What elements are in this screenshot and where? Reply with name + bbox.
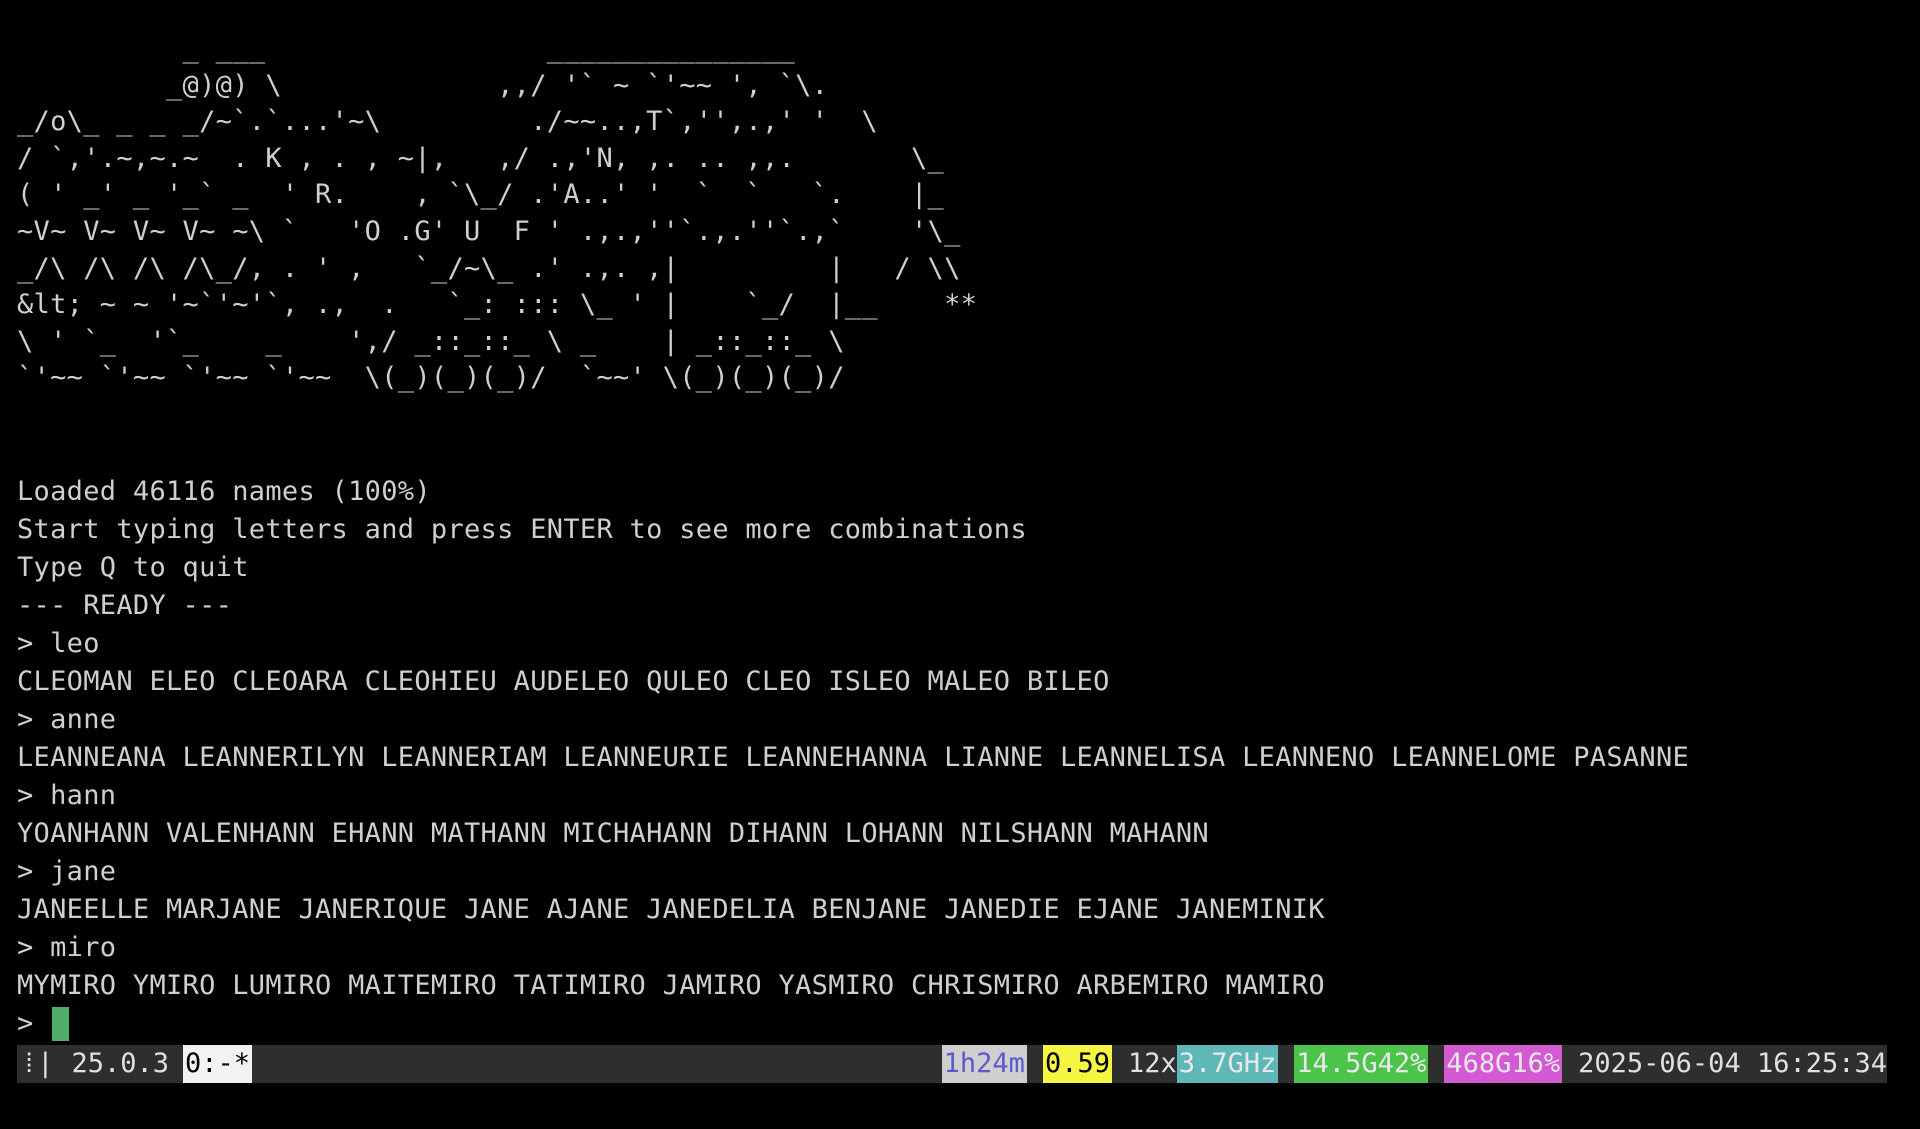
- banner-line: / `,'.~,~.~ . K , . , ~|, ,/ .,'N, ,. ..…: [17, 142, 945, 174]
- tmux-status-bar: ⁞| 25.0.3 0:-* 1h24m 0.59 12x 3.7GHz 14.…: [17, 1045, 1887, 1083]
- ascii-banner: _ ___ _______________ _@)@) \ ,,/ '` ~ `…: [17, 31, 1920, 397]
- history-results: YOANHANN VALENHANN EHANN MATHANN MICHAHA…: [17, 817, 1209, 849]
- disk-usage: 468G16%: [1444, 1045, 1563, 1083]
- input-prompt[interactable]: >: [17, 1005, 1920, 1043]
- history-query: > hann: [17, 779, 117, 811]
- ready-banner: --- READY ---: [17, 589, 233, 621]
- banner-line: _@)@) \ ,,/ '` ~ `'~~ ', `\.: [17, 69, 829, 101]
- banner-line: `'~~ `'~~ `'~~ `'~~ \(_)(_)(_)/ `~~' \(_…: [17, 362, 845, 394]
- banner-line: _/o\_ _ _ _/~`.`...'~\ ./~~..,T`,'',.,' …: [17, 106, 878, 138]
- banner-line: ( ' _' _ '_` _ ' R. , `\_/ .'A..' ' ` ` …: [17, 179, 945, 211]
- history-query: > leo: [17, 627, 100, 659]
- text-cursor: [52, 1007, 70, 1042]
- terminal-output: _ ___ _______________ _@)@) \ ,,/ '` ~ `…: [17, 31, 1920, 1043]
- quit-hint: Type Q to quit: [17, 551, 249, 583]
- history-query: > miro: [17, 931, 117, 963]
- loaded-message: Loaded 46116 names (100%): [17, 475, 431, 507]
- window-tab[interactable]: 0:-*: [183, 1045, 253, 1083]
- history-query: > jane: [17, 855, 117, 887]
- banner-line: _/\ /\ /\ /\_/, . ' , `_/~\_ .' .,. ,| |…: [17, 252, 961, 284]
- uptime-indicator: 1h24m: [941, 1045, 1027, 1083]
- cpu-frequency: 3.7GHz: [1176, 1045, 1279, 1083]
- history-results: JANEELLE MARJANE JANERIQUE JANE AJANE JA…: [17, 893, 1325, 925]
- history-results: MYMIRO YMIRO LUMIRO MAITEMIRO TATIMIRO J…: [17, 969, 1325, 1001]
- banner-line: &lt; ~ ~ '~`'~'`, ., . `_: ::: \_ ' | `_…: [17, 289, 978, 321]
- load-average: 0.59: [1042, 1045, 1112, 1083]
- session-version: 25.0.3: [71, 1048, 170, 1079]
- cpu-count: 12x: [1127, 1048, 1177, 1079]
- banner-line: _ ___ _______________: [17, 33, 796, 64]
- date-time: 2025-06-04 16:25:34: [1578, 1048, 1887, 1079]
- memory-usage: 14.5G42%: [1294, 1045, 1429, 1083]
- history-results: LEANNEANA LEANNERILYN LEANNERIAM LEANNEU…: [17, 741, 1690, 773]
- history-query: > anne: [17, 703, 117, 735]
- history-results: CLEOMAN ELEO CLEOARA CLEOHIEU AUDELEO QU…: [17, 665, 1110, 697]
- prompt-symbol: >: [17, 1007, 51, 1039]
- pane-grip-icon[interactable]: ⁞|: [17, 1045, 59, 1083]
- instructions-message: Start typing letters and press ENTER to …: [17, 513, 1027, 545]
- banner-line: ~V~ V~ V~ V~ ~\ ` 'O .G' U F ' .,.,''`.,…: [17, 215, 961, 247]
- banner-line: \ ' `_ '`_ _ ',/ _::_::_ \ _ | _::_::_ \: [17, 325, 845, 357]
- status-spacer: [252, 1045, 942, 1083]
